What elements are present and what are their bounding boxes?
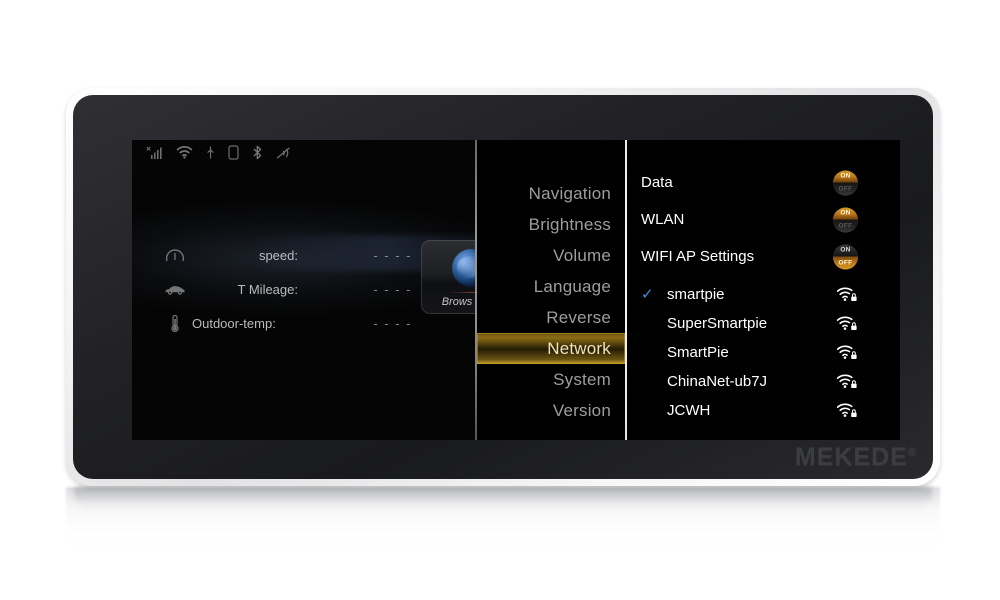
wlan-toggle[interactable]: ON OFF: [833, 207, 858, 232]
wifi-network-name: SmartPie: [667, 344, 729, 361]
setting-row-wlan[interactable]: WLAN ON OFF: [627, 201, 900, 238]
registered-trademark-mark: ®: [907, 446, 917, 459]
wifi-network-row-smartpie-2[interactable]: SmartPie: [627, 338, 900, 367]
menu-item-brightness[interactable]: Brightness: [477, 209, 625, 240]
wifi-secured-icon: [836, 287, 858, 303]
wifi-network-row-jcwh[interactable]: JCWH: [627, 396, 900, 425]
wifi-ap-toggle-off-label: OFF: [833, 256, 858, 269]
brand-logo: MEKEDE®: [795, 443, 917, 472]
setting-row-wifi-ap-settings[interactable]: WIFI AP Settings ON OFF: [627, 238, 900, 275]
usb-icon: [206, 145, 215, 165]
menu-item-network[interactable]: Network: [477, 333, 625, 364]
wlan-toggle-off-label: OFF: [833, 219, 858, 232]
menu-item-version[interactable]: Version: [477, 395, 625, 426]
wifi-network-list: ✓ smartpie SuperSmartpie SmartPie ChinaN…: [627, 280, 900, 425]
thermometer-icon: [158, 314, 192, 333]
brand-logo-text: MEKEDE: [794, 443, 908, 471]
info-value-outdoor-temp: - - - -: [373, 315, 412, 331]
settings-menu-panel: Navigation Brightness Volume Language Re…: [477, 140, 625, 440]
data-toggle-on-label: ON: [833, 170, 858, 183]
settings-menu: Navigation Brightness Volume Language Re…: [477, 178, 625, 426]
display-screen: speed: - - - - T Mileage: - - - - Outdoo…: [132, 140, 900, 440]
wifi-network-name: SuperSmartpie: [667, 315, 768, 332]
wifi-network-name: ChinaNet-ub7J: [667, 373, 768, 390]
device-bezel: MEKEDE® speed: - - - - T Mileage: - - - …: [73, 95, 933, 479]
wifi-network-name: JCWH: [667, 402, 711, 419]
sim-card-icon: [228, 145, 239, 165]
wifi-secured-icon: [836, 403, 858, 419]
data-toggle-off-label: OFF: [833, 182, 858, 195]
network-settings-panel: Data ON OFF WLAN ON OFF WIFI AP Settings…: [627, 140, 900, 440]
speedometer-icon: [158, 247, 192, 264]
menu-item-language[interactable]: Language: [477, 271, 625, 302]
menu-item-reverse[interactable]: Reverse: [477, 302, 625, 333]
signal-bars-no-service-icon: [146, 146, 163, 165]
status-bar: [146, 145, 291, 165]
car-icon: [158, 283, 192, 296]
bluetooth-icon: [252, 145, 263, 165]
info-label-outdoor-temp: Outdoor-temp:: [192, 315, 276, 331]
connected-check-icon: ✓: [641, 286, 654, 303]
browser-app-label: Brows: [441, 296, 473, 308]
wifi-network-row-chinanet[interactable]: ChinaNet-ub7J: [627, 367, 900, 396]
setting-label-wlan: WLAN: [641, 211, 685, 228]
vehicle-info-list: speed: - - - - T Mileage: - - - - Outdoo…: [158, 238, 458, 340]
menu-item-volume[interactable]: Volume: [477, 240, 625, 271]
info-label-speed: speed:: [258, 247, 298, 263]
mute-icon: [276, 146, 291, 165]
setting-label-wifi-ap-settings: WIFI AP Settings: [641, 248, 755, 265]
wifi-ap-toggle-on-label: ON: [833, 244, 858, 257]
wifi-network-row-supersmartpie[interactable]: SuperSmartpie: [627, 309, 900, 338]
browser-app-tile[interactable]: Brows: [421, 240, 475, 314]
info-row-outdoor-temp: Outdoor-temp: - - - -: [158, 306, 458, 340]
wifi-secured-icon: [836, 345, 858, 361]
device-reflection-core: [74, 487, 932, 513]
wifi-secured-icon: [836, 374, 858, 390]
wifi-secured-icon: [836, 316, 858, 332]
info-label-mileage: T Mileage:: [237, 281, 298, 297]
tile-divider: [449, 292, 475, 293]
home-panel: speed: - - - - T Mileage: - - - - Outdoo…: [132, 140, 475, 440]
setting-label-data: Data: [641, 174, 673, 191]
wifi-network-row-smartpie[interactable]: ✓ smartpie: [627, 280, 900, 309]
data-toggle[interactable]: ON OFF: [833, 170, 858, 195]
wifi-ap-toggle[interactable]: ON OFF: [833, 244, 858, 269]
setting-row-data[interactable]: Data ON OFF: [627, 164, 900, 201]
wifi-icon: [176, 145, 193, 164]
screenshot-root: MEKEDE® speed: - - - - T Mileage: - - - …: [0, 0, 1000, 600]
menu-item-system[interactable]: System: [477, 364, 625, 395]
wifi-network-name: smartpie: [667, 286, 725, 303]
info-row-speed: speed: - - - -: [158, 238, 458, 272]
wlan-toggle-on-label: ON: [833, 207, 858, 220]
menu-item-navigation[interactable]: Navigation: [477, 178, 625, 209]
info-row-mileage: T Mileage: - - - -: [158, 272, 458, 306]
car-head-unit-device: MEKEDE® speed: - - - - T Mileage: - - - …: [66, 88, 940, 486]
globe-icon: [452, 249, 475, 287]
network-toggle-list: Data ON OFF WLAN ON OFF WIFI AP Settings…: [627, 164, 900, 275]
